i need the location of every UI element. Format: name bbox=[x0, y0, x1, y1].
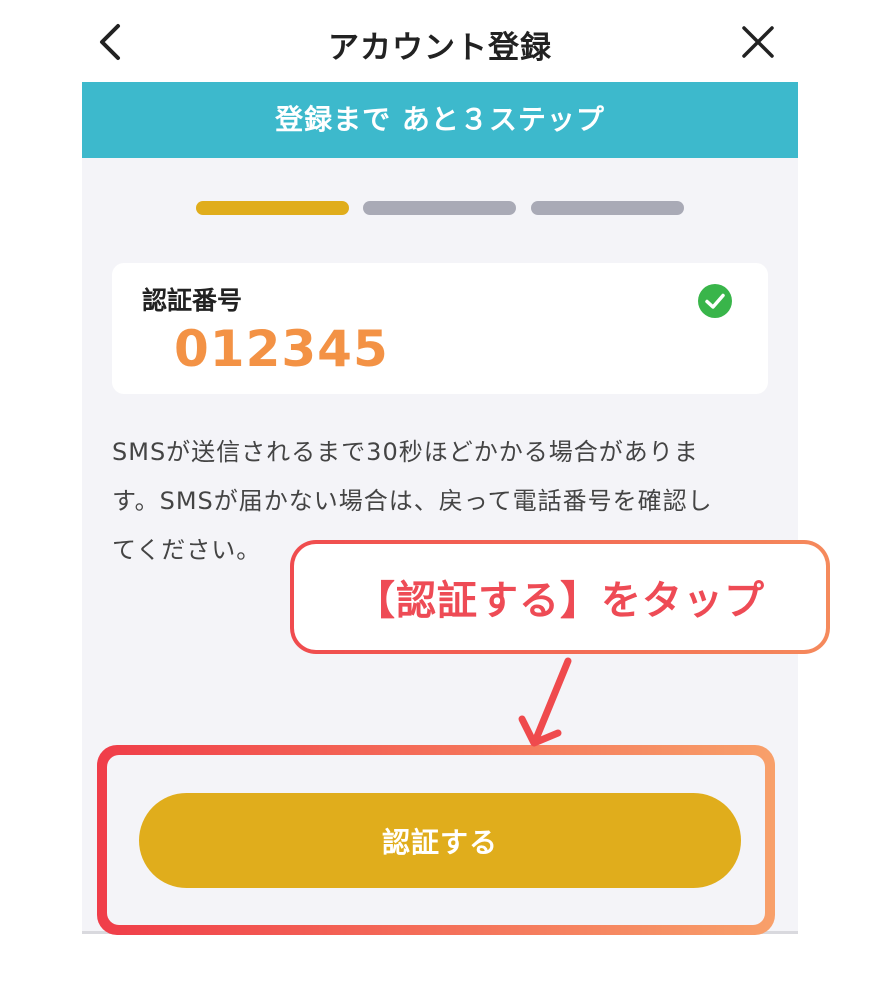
arrow-down-icon bbox=[518, 657, 572, 747]
steps-remaining-banner: 登録まで あと３ステップ bbox=[82, 82, 798, 158]
verification-code-value: 012345 bbox=[174, 320, 389, 378]
info-line: SMSが送信されるまで30秒ほどかかる場合がありま bbox=[112, 438, 699, 466]
progress-step-3 bbox=[531, 201, 684, 215]
progress-step-2 bbox=[363, 201, 516, 215]
close-icon[interactable] bbox=[740, 24, 776, 60]
callout-text: 【認証する】をタップ bbox=[294, 544, 826, 650]
check-circle-icon bbox=[698, 284, 732, 318]
instruction-callout: 【認証する】をタップ bbox=[290, 540, 830, 654]
verification-code-card: 認証番号 012345 bbox=[112, 263, 768, 394]
top-nav-bar: アカウント登録 bbox=[0, 0, 880, 82]
verify-button[interactable]: 認証する bbox=[139, 793, 741, 888]
progress-step-1 bbox=[196, 201, 349, 215]
code-label: 認証番号 bbox=[142, 286, 243, 315]
info-line: す。SMSが届かない場合は、戻って電話番号を確認し bbox=[112, 487, 713, 515]
